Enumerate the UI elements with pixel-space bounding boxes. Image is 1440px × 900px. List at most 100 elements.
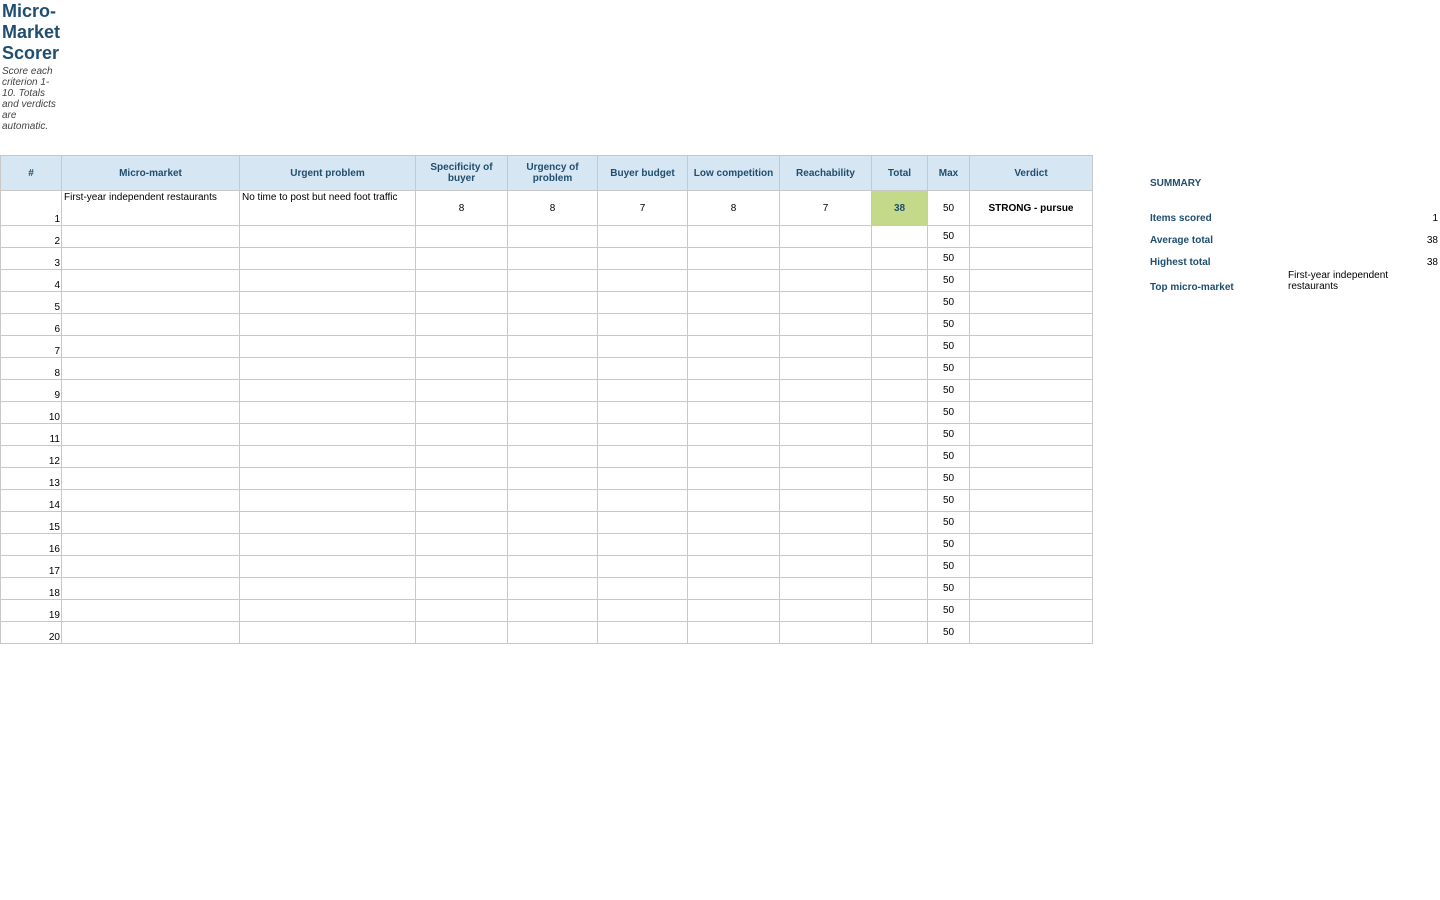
max-cell[interactable]: 50 — [927, 401, 970, 424]
total-cell[interactable] — [871, 577, 928, 600]
urgency-score-cell[interactable] — [507, 489, 598, 512]
header-verdict[interactable]: Verdict — [969, 155, 1093, 191]
urgency-score-cell[interactable] — [507, 533, 598, 556]
urgent-problem-cell[interactable]: No time to post but need foot traffic — [239, 190, 416, 226]
verdict-cell[interactable] — [969, 401, 1093, 424]
total-cell[interactable] — [871, 533, 928, 556]
total-cell[interactable] — [871, 555, 928, 578]
specificity-score-cell[interactable] — [415, 445, 508, 468]
low-competition-score-cell[interactable] — [687, 555, 780, 578]
max-cell[interactable]: 50 — [927, 313, 970, 336]
reachability-score-cell[interactable] — [779, 511, 872, 534]
verdict-cell[interactable] — [969, 599, 1093, 622]
verdict-cell[interactable] — [969, 313, 1093, 336]
header-urgent-problem[interactable]: Urgent problem — [239, 155, 416, 191]
reachability-score-cell[interactable] — [779, 313, 872, 336]
micro-market-cell[interactable] — [61, 423, 240, 446]
buyer-budget-score-cell[interactable] — [597, 401, 688, 424]
total-cell[interactable] — [871, 357, 928, 380]
verdict-cell[interactable] — [969, 291, 1093, 314]
specificity-score-cell[interactable] — [415, 467, 508, 490]
reachability-score-cell[interactable] — [779, 555, 872, 578]
verdict-cell[interactable] — [969, 621, 1093, 644]
buyer-budget-score-cell[interactable] — [597, 247, 688, 270]
low-competition-score-cell[interactable] — [687, 379, 780, 402]
buyer-budget-score-cell[interactable] — [597, 313, 688, 336]
verdict-cell[interactable] — [969, 247, 1093, 270]
buyer-budget-score-cell[interactable] — [597, 533, 688, 556]
micro-market-cell[interactable] — [61, 379, 240, 402]
total-cell[interactable] — [871, 313, 928, 336]
micro-market-cell[interactable] — [61, 599, 240, 622]
micro-market-cell[interactable] — [61, 335, 240, 358]
urgent-problem-cell[interactable] — [239, 621, 416, 644]
buyer-budget-score-cell[interactable] — [597, 555, 688, 578]
verdict-cell[interactable]: STRONG - pursue — [969, 190, 1093, 226]
reachability-score-cell[interactable] — [779, 489, 872, 512]
specificity-score-cell[interactable] — [415, 599, 508, 622]
low-competition-score-cell[interactable] — [687, 533, 780, 556]
verdict-cell[interactable] — [969, 357, 1093, 380]
reachability-score-cell[interactable] — [779, 357, 872, 380]
specificity-score-cell[interactable] — [415, 489, 508, 512]
reachability-score-cell[interactable]: 7 — [779, 190, 872, 226]
reachability-score-cell[interactable] — [779, 599, 872, 622]
reachability-score-cell[interactable] — [779, 335, 872, 358]
micro-market-cell[interactable] — [61, 225, 240, 248]
low-competition-score-cell[interactable] — [687, 467, 780, 490]
urgency-score-cell[interactable] — [507, 599, 598, 622]
buyer-budget-score-cell[interactable] — [597, 445, 688, 468]
total-cell[interactable] — [871, 335, 928, 358]
urgency-score-cell[interactable] — [507, 423, 598, 446]
max-cell[interactable]: 50 — [927, 291, 970, 314]
buyer-budget-score-cell[interactable] — [597, 423, 688, 446]
total-cell[interactable] — [871, 423, 928, 446]
verdict-cell[interactable] — [969, 467, 1093, 490]
urgent-problem-cell[interactable] — [239, 313, 416, 336]
total-cell[interactable] — [871, 379, 928, 402]
specificity-score-cell[interactable] — [415, 247, 508, 270]
verdict-cell[interactable] — [969, 511, 1093, 534]
micro-market-cell[interactable] — [61, 313, 240, 336]
specificity-score-cell[interactable] — [415, 577, 508, 600]
header-low-competition[interactable]: Low competition — [687, 155, 780, 191]
low-competition-score-cell[interactable] — [687, 489, 780, 512]
buyer-budget-score-cell[interactable] — [597, 225, 688, 248]
average-total-value[interactable]: 38 — [1427, 235, 1438, 246]
buyer-budget-score-cell[interactable] — [597, 599, 688, 622]
urgency-score-cell[interactable] — [507, 379, 598, 402]
header-reachability[interactable]: Reachability — [779, 155, 872, 191]
specificity-score-cell[interactable] — [415, 291, 508, 314]
micro-market-cell[interactable] — [61, 291, 240, 314]
urgency-score-cell[interactable] — [507, 445, 598, 468]
reachability-score-cell[interactable] — [779, 291, 872, 314]
micro-market-cell[interactable] — [61, 555, 240, 578]
reachability-score-cell[interactable] — [779, 533, 872, 556]
items-scored-value[interactable]: 1 — [1432, 213, 1438, 224]
micro-market-cell[interactable] — [61, 489, 240, 512]
reachability-score-cell[interactable] — [779, 379, 872, 402]
specificity-score-cell[interactable] — [415, 555, 508, 578]
micro-market-cell[interactable] — [61, 269, 240, 292]
urgent-problem-cell[interactable] — [239, 599, 416, 622]
buyer-budget-score-cell[interactable] — [597, 577, 688, 600]
reachability-score-cell[interactable] — [779, 467, 872, 490]
urgent-problem-cell[interactable] — [239, 577, 416, 600]
top-micro-market-value[interactable]: First-year independent restaurants — [1288, 270, 1408, 292]
verdict-cell[interactable] — [969, 423, 1093, 446]
urgency-score-cell[interactable] — [507, 577, 598, 600]
urgency-score-cell[interactable] — [507, 511, 598, 534]
urgency-score-cell[interactable] — [507, 291, 598, 314]
buyer-budget-score-cell[interactable] — [597, 467, 688, 490]
max-cell[interactable]: 50 — [927, 621, 970, 644]
specificity-score-cell[interactable] — [415, 225, 508, 248]
specificity-score-cell[interactable] — [415, 511, 508, 534]
max-cell[interactable]: 50 — [927, 269, 970, 292]
specificity-score-cell[interactable] — [415, 379, 508, 402]
specificity-score-cell[interactable] — [415, 423, 508, 446]
micro-market-cell[interactable] — [61, 533, 240, 556]
max-cell[interactable]: 50 — [927, 533, 970, 556]
highest-total-value[interactable]: 38 — [1427, 257, 1438, 268]
urgency-score-cell[interactable] — [507, 467, 598, 490]
buyer-budget-score-cell[interactable] — [597, 269, 688, 292]
